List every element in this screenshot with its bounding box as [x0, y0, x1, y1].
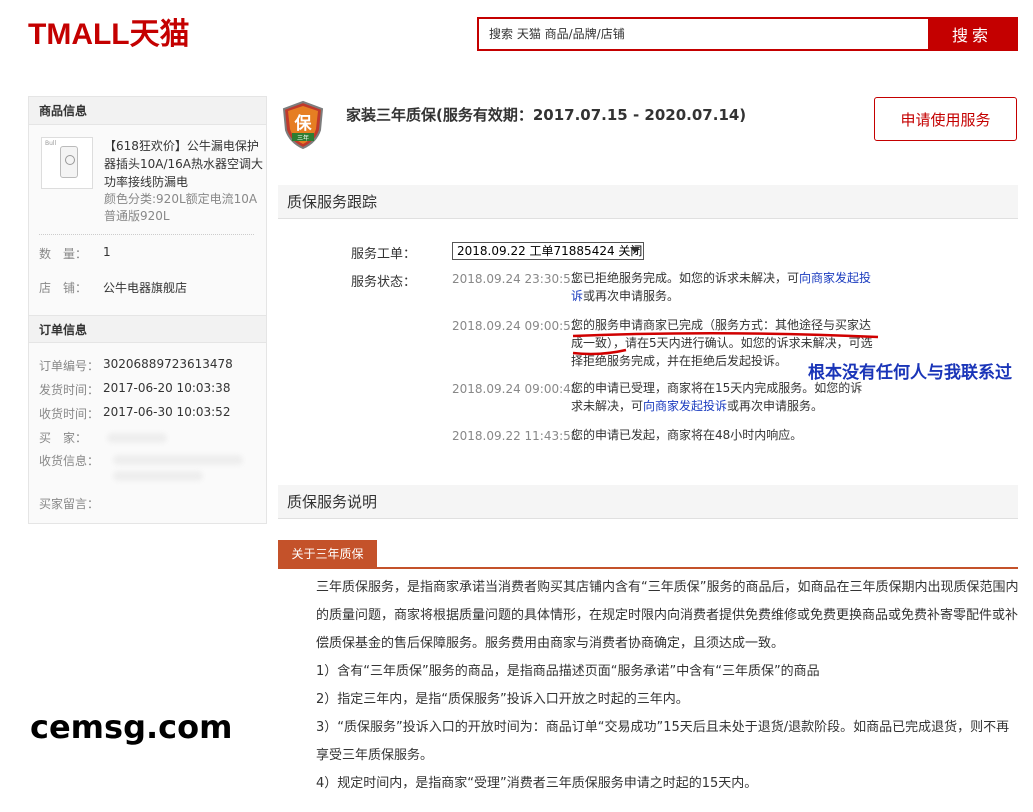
- handwritten-annotation: 根本没有任何人与我联系过: [808, 363, 1012, 383]
- order-number-label: 订单编号：: [39, 359, 100, 373]
- desc-item: 4）规定时间内，是指商家“受理”消费者三年质保服务申请之时起的15天内。: [316, 776, 758, 791]
- apply-service-button[interactable]: 申请使用服务: [874, 97, 1017, 141]
- receive-time-label: 收货时间：: [39, 407, 100, 421]
- tab-about-warranty[interactable]: 关于三年质保: [278, 540, 377, 568]
- event-time: 2018.09.24 09:00:48: [452, 382, 579, 396]
- product-title-link[interactable]: 【618狂欢价】公牛漏电保护器插头10A/16A热水器空调大功率接线防漏电: [104, 137, 264, 191]
- shop-name-link[interactable]: 公牛电器旗舰店: [103, 279, 187, 296]
- receiver-label: 收货信息：: [39, 454, 100, 468]
- tracking-section-title: 质保服务跟踪: [278, 185, 1018, 219]
- desc-paragraph: 三年质保服务，是指商家承诺当消费者购买其店铺内含有“三年质保”服务的商品后，如商…: [316, 580, 1019, 651]
- order-sidebar: 商品信息 Bull 【618狂欢价】公牛漏电保护器插头10A/16A热水器空调大…: [28, 96, 267, 524]
- quantity-value: 1: [103, 245, 111, 259]
- logo-text: TMALL天猫: [28, 18, 190, 51]
- event-time: 2018.09.22 11:43:56: [452, 429, 579, 443]
- status-label: 服务状态：: [351, 275, 417, 290]
- buyer-label: 买 家：: [39, 431, 88, 445]
- search-bar: 搜索: [477, 17, 1018, 51]
- redacted-receiver: [113, 455, 243, 465]
- ticket-select[interactable]: 2018.09.22 工单71885424 关闭: [452, 242, 644, 260]
- desc-item: 3）“质保服务”投诉入口的开放时间为：商品订单“交易成功”15天后且未处于退货/…: [316, 720, 1010, 763]
- shop-row: 店 铺： 公牛电器旗舰店: [39, 279, 187, 296]
- tmall-logo[interactable]: TMALL天猫: [28, 14, 208, 54]
- quantity-row: 数 量： 1: [39, 245, 111, 262]
- ticket-label: 服务工单：: [351, 247, 417, 262]
- order-number-value: 30206889723613478: [103, 357, 233, 371]
- product-thumbnail[interactable]: Bull: [41, 137, 93, 189]
- watermark: cemsg.com: [30, 708, 233, 746]
- redacted-receiver-2: [113, 471, 203, 481]
- warranty-description: 三年质保服务，是指商家承诺当消费者购买其店铺内含有“三年质保”服务的商品后，如商…: [316, 574, 1019, 798]
- ship-time-label: 发货时间：: [39, 383, 100, 397]
- event-time: 2018.09.24 09:00:52: [452, 319, 579, 333]
- ship-time-value: 2017-06-20 10:03:38: [103, 381, 231, 395]
- ticket-select-value: 2018.09.22 工单71885424 关闭: [457, 244, 643, 258]
- event-time: 2018.09.24 23:30:53: [452, 272, 579, 286]
- buyer-message-label: 买家留言：: [39, 497, 100, 511]
- desc-item: 2）指定三年内，是指“质保服务”投诉入口开放之时起的三年内。: [316, 692, 689, 707]
- divider: [39, 234, 254, 235]
- complaint-link[interactable]: 向商家发起投诉: [643, 399, 727, 413]
- order-info-heading: 订单信息: [29, 315, 266, 343]
- receive-time-row: 收货时间： 2017-06-30 10:03:52: [39, 405, 230, 422]
- buyer-message-row: 买家留言：: [39, 495, 99, 512]
- warranty-shield-icon: 保 三年: [280, 100, 326, 150]
- order-number-row: 订单编号： 30206889723613478: [39, 357, 233, 374]
- shield-sub-text: 三年: [297, 134, 309, 142]
- explain-section-title: 质保服务说明: [278, 485, 1018, 519]
- search-input[interactable]: [479, 19, 928, 49]
- desc-item: 1）含有“三年质保”服务的商品，是指商品描述页面“服务承诺”中含有“三年质保”的…: [316, 664, 820, 679]
- event-message: 您的申请已受理，商家将在15天内完成服务。如您的诉求未解决，可向商家发起投诉或再…: [571, 381, 863, 413]
- shop-label: 店 铺：: [39, 281, 88, 295]
- tab-underline: [278, 567, 1018, 569]
- product-spec: 颜色分类:920L额定电流10A普通版920L: [104, 192, 258, 223]
- warranty-title: 家装三年质保(服务有效期：2017.07.15 - 2020.07.14): [346, 106, 747, 124]
- shield-badge-text: 保: [294, 113, 313, 134]
- redacted-buyer: [107, 433, 167, 443]
- quantity-label: 数 量：: [39, 247, 88, 261]
- receive-time-value: 2017-06-30 10:03:52: [103, 405, 231, 419]
- receiver-row: 收货信息：: [39, 452, 99, 469]
- product-info-heading: 商品信息: [29, 97, 266, 125]
- event-message: 您已拒绝服务完成。如您的诉求未解决，可向商家发起投诉或再次申请服务。: [571, 271, 872, 303]
- search-button[interactable]: 搜索: [928, 19, 1016, 49]
- chevron-down-icon: [630, 247, 640, 253]
- buyer-row: 买 家：: [39, 429, 87, 446]
- ship-time-row: 发货时间： 2017-06-20 10:03:38: [39, 381, 230, 398]
- event-message: 您的申请已发起，商家将在48小时内响应。: [571, 428, 803, 442]
